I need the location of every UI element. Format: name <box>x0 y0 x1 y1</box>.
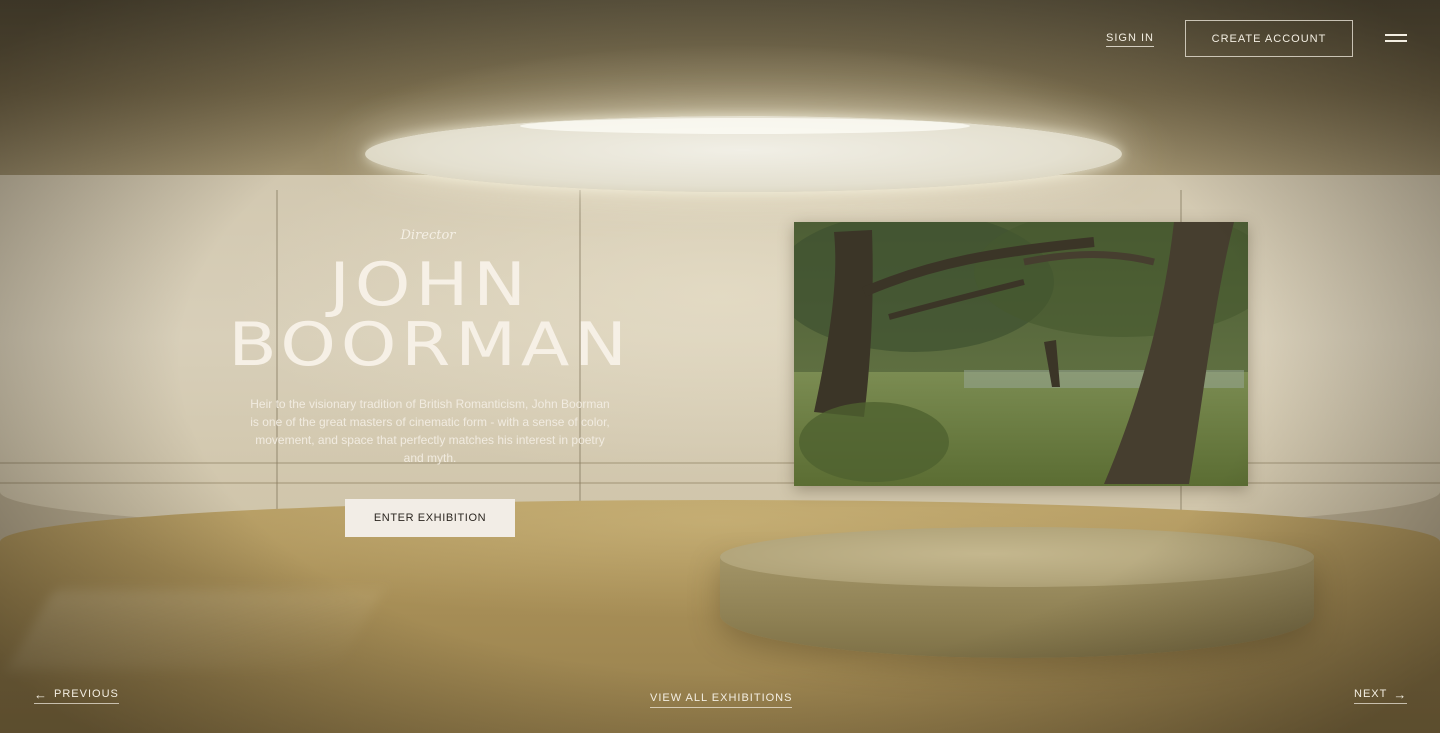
previous-link[interactable]: ← PREVIOUS <box>34 688 119 704</box>
sign-in-link[interactable]: SIGN IN <box>1106 32 1154 47</box>
next-label: NEXT <box>1354 688 1388 700</box>
floor-light-reflection <box>6 590 384 670</box>
role-label: Director <box>400 228 456 243</box>
create-account-button[interactable]: CREATE ACCOUNT <box>1185 20 1353 57</box>
hamburger-menu-icon[interactable] <box>1385 34 1407 43</box>
arrow-left-icon: ← <box>34 686 48 702</box>
arrow-right-icon: → <box>1393 686 1408 702</box>
exhibition-title: JOHN BOORMAN <box>159 255 702 375</box>
hero-section: Director JOHN BOORMAN Heir to the vision… <box>200 228 660 467</box>
menu-line <box>1385 34 1407 36</box>
enter-exhibition-button[interactable]: ENTER EXHIBITION <box>345 499 515 537</box>
pedestal-top <box>720 527 1314 587</box>
exhibition-artwork <box>794 222 1248 486</box>
top-navigation: SIGN IN CREATE ACCOUNT <box>0 0 1440 80</box>
next-link[interactable]: NEXT → <box>1354 686 1408 704</box>
menu-line <box>1385 40 1407 42</box>
skylight-glow <box>520 118 970 134</box>
title-line-2: BOORMAN <box>228 310 632 380</box>
previous-label: PREVIOUS <box>54 688 119 700</box>
exhibition-description: Heir to the visionary tradition of Briti… <box>250 397 610 465</box>
title-line-1: JOHN <box>329 250 531 320</box>
view-all-exhibitions-link[interactable]: VIEW ALL EXHIBITIONS <box>650 692 793 708</box>
forest-image <box>794 222 1248 486</box>
